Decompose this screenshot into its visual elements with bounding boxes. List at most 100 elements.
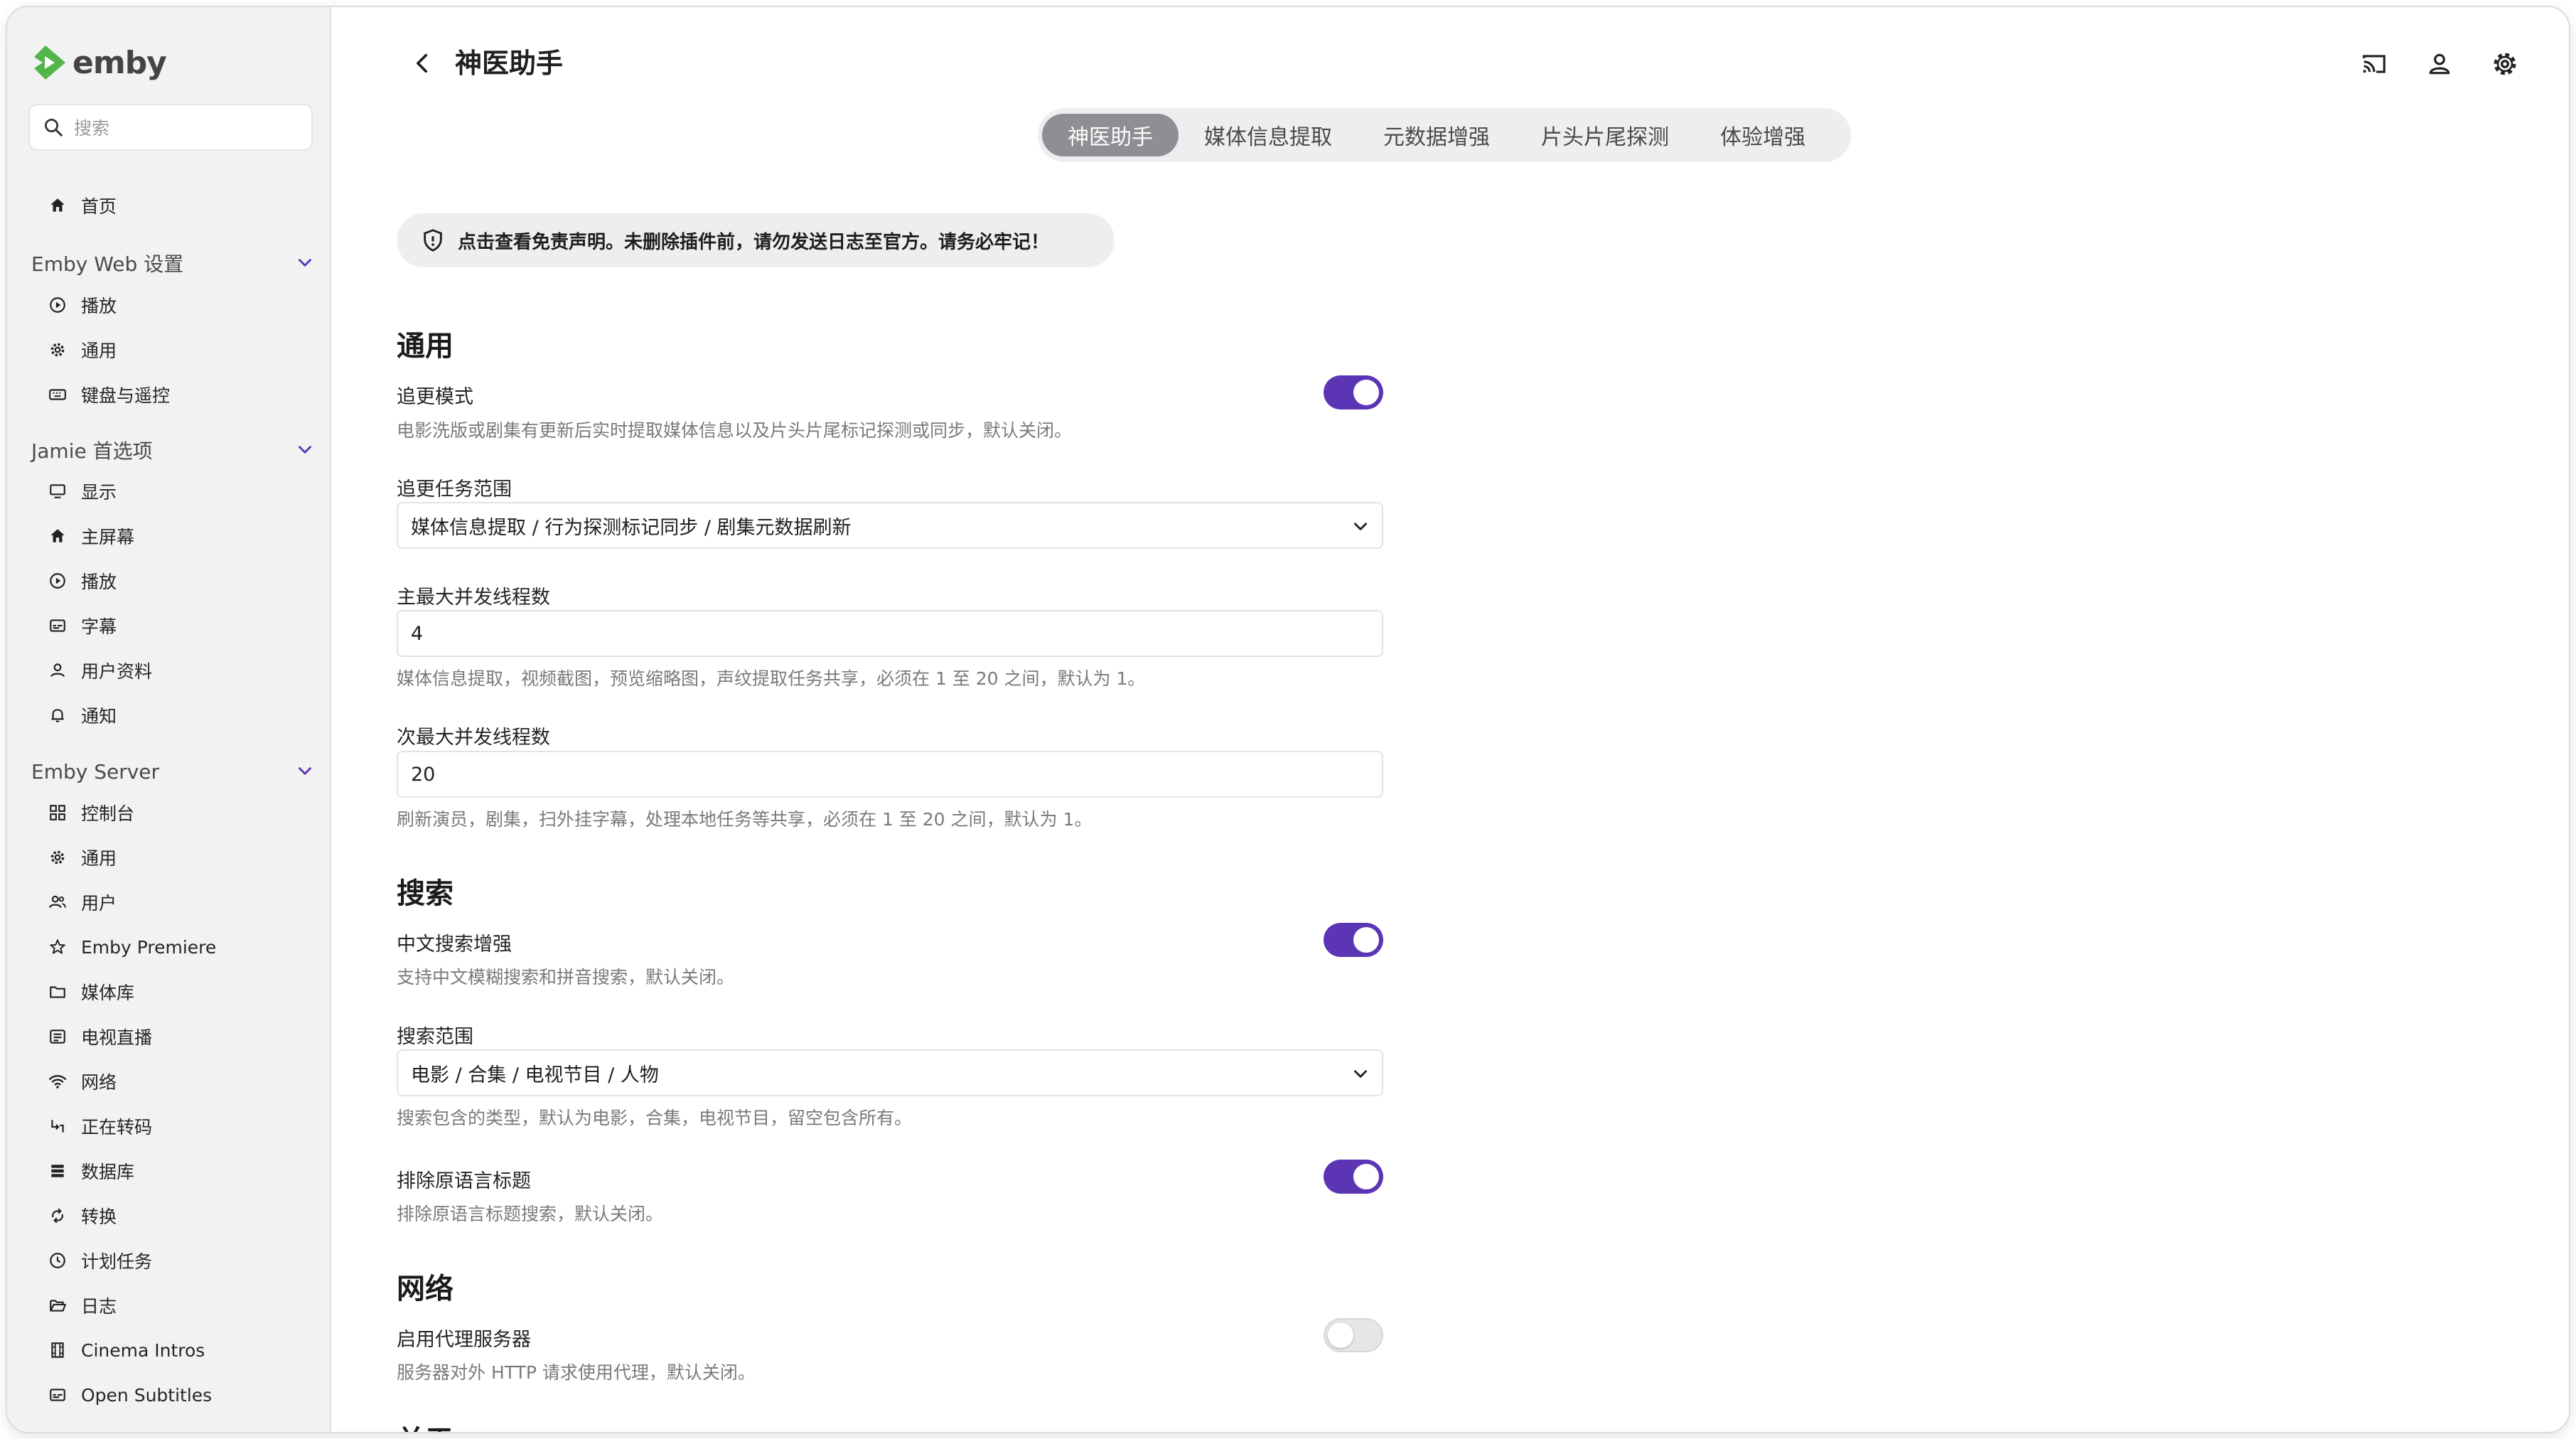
sidebar-item-library[interactable]: 媒体库: [47, 974, 134, 1010]
sidebar-item-label: 网络: [81, 1072, 117, 1093]
sidebar-item-network[interactable]: 网络: [47, 1064, 117, 1099]
sidebar-item-label: 显示: [81, 482, 117, 503]
subtitles-icon: [47, 615, 68, 636]
sidebar-item-label: 转换: [81, 1207, 117, 1227]
exclude-original-toggle[interactable]: [1324, 1160, 1383, 1194]
sidebar-item-keyboard[interactable]: 键盘与遥控: [47, 377, 170, 412]
sidebar-item-playback[interactable]: 播放: [47, 287, 117, 323]
home-icon: [47, 525, 68, 547]
tab-experience[interactable]: 体验增强: [1695, 114, 1831, 156]
main-threads-desc: 媒体信息提取，视频截图，预览缩略图，声纹提取任务共享，必须在 1 至 20 之间…: [397, 668, 1146, 689]
user-button[interactable]: [2424, 48, 2455, 80]
search-input[interactable]: 搜索: [28, 104, 313, 151]
tab-intro-detection[interactable]: 片头片尾探测: [1515, 114, 1695, 156]
search-placeholder: 搜索: [74, 118, 110, 139]
section-title-general: 通用: [397, 330, 454, 363]
home-icon: [47, 195, 68, 216]
sidebar-item-subtitles[interactable]: 字幕: [47, 608, 117, 643]
star-icon: [47, 936, 68, 958]
folder-icon: [47, 981, 68, 1002]
sidebar-item-home[interactable]: 首页: [47, 188, 117, 223]
main-content: 神医助手 神医助手 媒体信息提取 元数据增强 片头片尾探测 体验增强 点击查看免…: [333, 7, 2569, 1432]
sidebar-group-title: Emby Server: [31, 759, 160, 783]
toggle-knob: [1353, 1164, 1379, 1189]
proxy-label: 启用代理服务器: [397, 1329, 531, 1351]
arrow-left-icon: [417, 53, 428, 73]
sidebar-group-user-prefs[interactable]: Jamie 首选项: [31, 432, 314, 468]
toggle-knob: [1353, 927, 1379, 953]
sidebar-item-label: Open Subtitles: [81, 1384, 213, 1406]
section-title-next: 关于: [397, 1418, 454, 1432]
sidebar-item-transcoding[interactable]: 正在转码: [47, 1108, 152, 1144]
main-threads-input[interactable]: 4: [397, 610, 1383, 657]
page-title: 神医助手: [455, 48, 564, 79]
sub-threads-desc: 刷新演员，剧集，扫外挂字幕，处理本地任务等共享，必须在 1 至 20 之间，默认…: [397, 809, 1093, 830]
sidebar-group-emby-server[interactable]: Emby Server: [31, 754, 314, 789]
sidebar-item-label: 通知: [81, 706, 117, 727]
database-icon: [47, 1160, 68, 1182]
monitor-icon: [47, 481, 68, 502]
sidebar-item-label: 通用: [81, 848, 117, 869]
chinese-search-label: 中文搜索增强: [397, 934, 512, 956]
search-scope-value: 电影 / 合集 / 电视节目 / 人物: [411, 1064, 659, 1086]
sidebar-item-home-screen[interactable]: 主屏幕: [47, 518, 134, 554]
section-title-search: 搜索: [397, 877, 454, 910]
chevron-down-icon: [299, 767, 311, 775]
sidebar-item-database[interactable]: 数据库: [47, 1153, 134, 1189]
tab-shenyi-assistant[interactable]: 神医助手: [1042, 114, 1179, 156]
sidebar-item-convert[interactable]: 转换: [47, 1198, 117, 1234]
sidebar-item-dashboard[interactable]: 控制台: [47, 795, 134, 830]
sub-threads-value: 20: [411, 763, 436, 786]
tab-metadata[interactable]: 元数据增强: [1358, 114, 1515, 156]
film-icon: [47, 1339, 68, 1361]
sidebar-group-emby-web[interactable]: Emby Web 设置: [31, 245, 314, 281]
sidebar-item-label: 播放: [81, 296, 117, 316]
sidebar-item-display[interactable]: 显示: [47, 474, 117, 509]
sidebar-item-cinema-intros[interactable]: Cinema Intros: [47, 1332, 205, 1368]
sidebar-item-scheduled-tasks[interactable]: 计划任务: [47, 1243, 152, 1278]
sub-threads-input[interactable]: 20: [397, 751, 1383, 798]
proxy-toggle[interactable]: [1324, 1318, 1383, 1352]
gear-icon: [47, 339, 68, 360]
sidebar-item-label: 正在转码: [81, 1117, 153, 1138]
back-button[interactable]: [407, 47, 439, 80]
emby-logo[interactable]: emby: [33, 40, 167, 85]
cast-button[interactable]: [2358, 48, 2390, 80]
settings-button[interactable]: [2489, 48, 2521, 80]
follow-scope-value: 媒体信息提取 / 行为探测标记同步 / 剧集元数据刷新: [411, 516, 852, 539]
sidebar-item-label: 电视直播: [81, 1027, 153, 1048]
search-scope-desc: 搜索包含的类型，默认为电影，合集，电视节目，留空包含所有。: [397, 1108, 913, 1128]
sidebar-item-user-playback[interactable]: 播放: [47, 563, 117, 599]
sidebar-item-label: 用户资料: [81, 661, 153, 682]
dashboard-icon: [47, 802, 68, 823]
search-scope-select[interactable]: 电影 / 合集 / 电视节目 / 人物: [397, 1049, 1383, 1096]
tab-bar: 神医助手 媒体信息提取 元数据增强 片头片尾探测 体验增强: [1038, 108, 1851, 162]
folder-open-icon: [47, 1295, 68, 1316]
sidebar-item-profile[interactable]: 用户资料: [47, 653, 152, 688]
disclaimer-notice[interactable]: 点击查看免责声明。未删除插件前，请勿发送日志至官方。请务必牢记！: [397, 213, 1115, 267]
sidebar-item-label: 首页: [81, 196, 117, 217]
sidebar-item-label: 用户: [81, 893, 117, 914]
follow-mode-desc: 电影洗版或剧集有更新后实时提取媒体信息以及片头片尾标记探测或同步，默认关闭。: [397, 420, 1073, 441]
sidebar-item-label: 键盘与遥控: [81, 385, 171, 406]
sidebar-item-live-tv[interactable]: 电视直播: [47, 1019, 152, 1054]
toggle-knob: [1353, 380, 1379, 405]
sidebar-item-server-general[interactable]: 通用: [47, 840, 117, 875]
follow-mode-toggle[interactable]: [1324, 375, 1383, 410]
sidebar-item-logs[interactable]: 日志: [47, 1288, 117, 1323]
brand-name: emby: [73, 44, 167, 81]
tab-media-info[interactable]: 媒体信息提取: [1179, 114, 1358, 156]
follow-scope-select[interactable]: 媒体信息提取 / 行为探测标记同步 / 剧集元数据刷新: [397, 502, 1383, 549]
emby-logo-icon: [34, 46, 65, 80]
sidebar-item-general[interactable]: 通用: [47, 332, 117, 368]
sidebar-item-users[interactable]: 用户: [47, 884, 117, 920]
sidebar-item-label: 主屏幕: [81, 527, 135, 547]
sidebar-item-open-subtitles[interactable]: Open Subtitles: [47, 1377, 212, 1413]
sidebar: emby 搜索 首页 Emby Web 设置 播放 通用 键盘与遥控 Jamie…: [7, 7, 331, 1432]
sidebar-item-label: 媒体库: [81, 983, 135, 1003]
chinese-search-toggle[interactable]: [1324, 923, 1383, 957]
subtitles-icon: [47, 1384, 68, 1406]
sidebar-item-premiere[interactable]: Emby Premiere: [47, 929, 216, 965]
tv-guide-icon: [47, 1026, 68, 1047]
sidebar-item-notifications[interactable]: 通知: [47, 697, 117, 733]
